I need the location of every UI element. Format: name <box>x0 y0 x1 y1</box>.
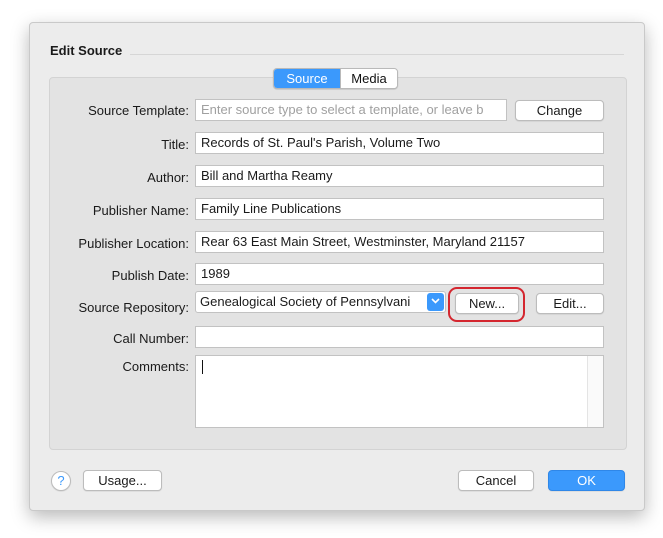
publisher-location-field[interactable]: Rear 63 East Main Street, Westminster, M… <box>195 231 604 253</box>
tab-source[interactable]: Source <box>274 69 340 88</box>
publish-date-field[interactable]: 1989 <box>195 263 604 285</box>
title-label: Title: <box>161 137 189 152</box>
tab-bar: Source Media <box>273 68 398 89</box>
help-icon[interactable]: ? <box>51 471 71 491</box>
dialog-title: Edit Source <box>50 43 123 58</box>
comments-scrollbar[interactable] <box>587 356 603 427</box>
author-label: Author: <box>147 170 189 185</box>
new-repository-button[interactable]: New... <box>455 293 519 314</box>
comments-label: Comments: <box>122 359 189 374</box>
text-caret <box>202 360 203 374</box>
publisher-location-label: Publisher Location: <box>78 236 189 251</box>
usage-button[interactable]: Usage... <box>83 470 162 491</box>
source-repository-label: Source Repository: <box>78 300 189 315</box>
tab-media[interactable]: Media <box>340 69 397 88</box>
call-number-label: Call Number: <box>113 331 189 346</box>
ok-button[interactable]: OK <box>548 470 625 491</box>
source-template-label: Source Template: <box>88 103 189 118</box>
publisher-name-field[interactable]: Family Line Publications <box>195 198 604 220</box>
source-template-input[interactable]: Enter source type to select a template, … <box>195 99 507 121</box>
source-repository-select[interactable]: Genealogical Society of Pennsylvani <box>195 291 446 313</box>
edit-repository-button[interactable]: Edit... <box>536 293 604 314</box>
chevron-down-icon[interactable] <box>427 293 444 311</box>
change-button[interactable]: Change <box>515 100 604 121</box>
cancel-button[interactable]: Cancel <box>458 470 534 491</box>
title-field[interactable]: Records of St. Paul's Parish, Volume Two <box>195 132 604 154</box>
title-divider <box>130 54 624 55</box>
call-number-field[interactable] <box>195 326 604 348</box>
publish-date-label: Publish Date: <box>111 268 189 283</box>
comments-textarea[interactable] <box>195 355 604 428</box>
author-field[interactable]: Bill and Martha Reamy <box>195 165 604 187</box>
source-repository-value: Genealogical Society of Pennsylvani <box>200 294 411 309</box>
publisher-name-label: Publisher Name: <box>92 203 189 218</box>
